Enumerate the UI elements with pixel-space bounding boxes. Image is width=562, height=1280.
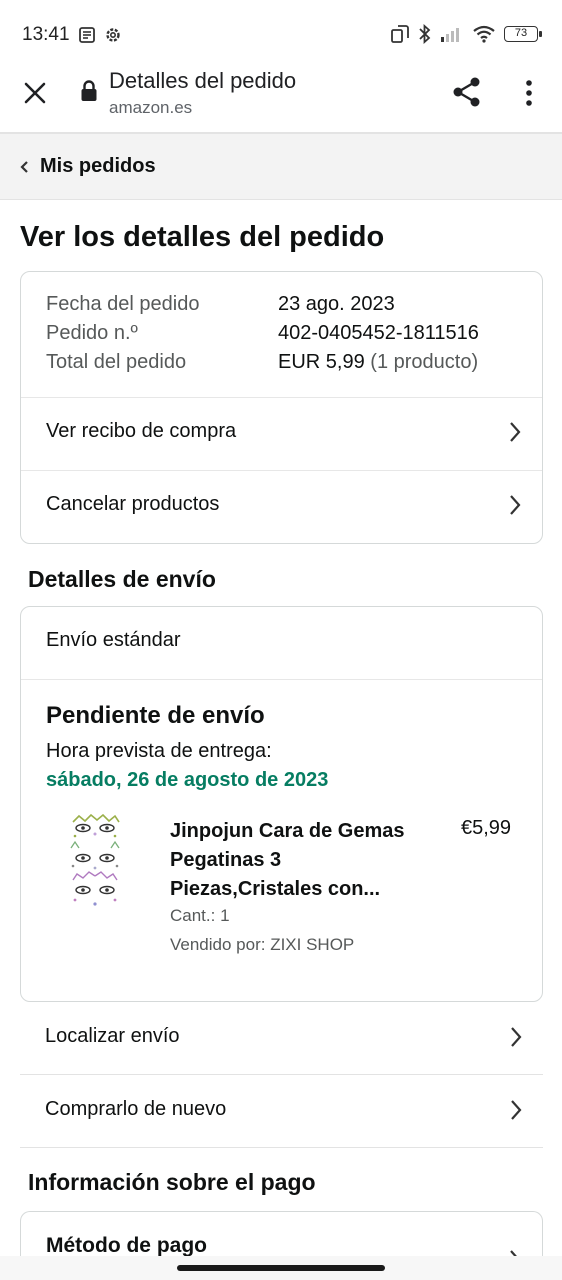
bluetooth-icon xyxy=(419,24,431,44)
order-total-label: Total del pedido xyxy=(46,351,187,373)
buy-again-link[interactable]: Comprarlo de nuevo xyxy=(20,1076,543,1148)
wifi-icon xyxy=(473,25,495,43)
order-total-amount: EUR 5,99 xyxy=(278,351,365,373)
product-seller: Vendido por: ZIXI SHOP xyxy=(170,935,355,954)
status-system-icons: 73 xyxy=(390,24,542,44)
order-item-count: (1 producto) xyxy=(370,351,479,373)
order-summary-card: Fecha del pedido 23 ago. 2023 Pedido n.º… xyxy=(20,271,543,544)
chevron-right-icon xyxy=(510,495,521,515)
track-package-link[interactable]: Localizar envío xyxy=(20,1003,543,1075)
breadcrumb-label: Mis pedidos xyxy=(40,155,156,177)
shipment-card: Envío estándar Pendiente de envío Hora p… xyxy=(20,606,543,1002)
order-number-value: 402-0405452-1811516 xyxy=(278,322,479,344)
more-options-icon[interactable] xyxy=(520,78,538,108)
battery-indicator: 73 xyxy=(504,26,542,42)
order-total-row: Total del pedido EUR 5,99 (1 producto) xyxy=(46,351,478,374)
browser-toolbar: Detalles del pedido amazon.es xyxy=(0,56,562,134)
shipping-section-title: Detalles de envío xyxy=(28,566,216,592)
payment-section-title: Información sobre el pago xyxy=(28,1169,316,1195)
order-number-label: Pedido n.º xyxy=(46,322,138,344)
product-quantity: Cant.: 1 xyxy=(170,906,230,925)
payment-method-title: Método de pago xyxy=(46,1234,207,1257)
delivery-estimate-date: sábado, 26 de agosto de 2023 xyxy=(46,769,329,791)
notification-icon xyxy=(79,27,95,43)
product-image[interactable] xyxy=(65,814,125,914)
home-indicator[interactable] xyxy=(177,1265,385,1271)
page-title: Ver los detalles del pedido xyxy=(20,221,385,253)
divider xyxy=(21,679,542,680)
shipment-status: Pendiente de envío xyxy=(46,702,265,729)
cancel-items-link[interactable]: Cancelar productos xyxy=(21,471,542,543)
shipping-method: Envío estándar xyxy=(46,629,181,651)
cancel-items-label: Cancelar productos xyxy=(46,493,220,515)
share-icon[interactable] xyxy=(452,76,482,108)
signal-icon xyxy=(441,28,459,42)
buy-again-label: Comprarlo de nuevo xyxy=(45,1098,227,1120)
order-number-row: Pedido n.º 402-0405452-1811516 xyxy=(46,322,479,345)
chevron-right-icon xyxy=(510,422,521,442)
browser-page-title: Detalles del pedido xyxy=(109,68,297,93)
settings-icon xyxy=(106,28,120,42)
lock-icon xyxy=(81,80,97,101)
order-date-value: 23 ago. 2023 xyxy=(278,293,395,315)
status-notification-icons xyxy=(78,26,122,44)
view-receipt-link[interactable]: Ver recibo de compra xyxy=(21,398,542,470)
rotate-icon xyxy=(391,25,409,43)
track-package-label: Localizar envío xyxy=(45,1025,180,1047)
product-title-link[interactable]: Jinpojun Cara de Gemas Pegatinas 3 Pieza… xyxy=(170,817,410,904)
delivery-estimate-label: Hora prevista de entrega: xyxy=(46,740,272,762)
view-receipt-label: Ver recibo de compra xyxy=(46,420,237,442)
breadcrumb[interactable]: Mis pedidos xyxy=(0,134,562,200)
browser-url[interactable]: amazon.es xyxy=(109,98,192,118)
product-price: €5,99 xyxy=(461,817,512,839)
chevron-right-icon xyxy=(511,1100,522,1120)
chevron-left-icon xyxy=(20,161,28,173)
close-icon[interactable] xyxy=(22,80,48,106)
order-date-row: Fecha del pedido 23 ago. 2023 xyxy=(46,293,395,316)
order-date-label: Fecha del pedido xyxy=(46,293,200,315)
chevron-right-icon xyxy=(511,1027,522,1047)
status-time: 13:41 xyxy=(22,24,70,45)
order-total-value: EUR 5,99 (1 producto) xyxy=(278,351,478,374)
